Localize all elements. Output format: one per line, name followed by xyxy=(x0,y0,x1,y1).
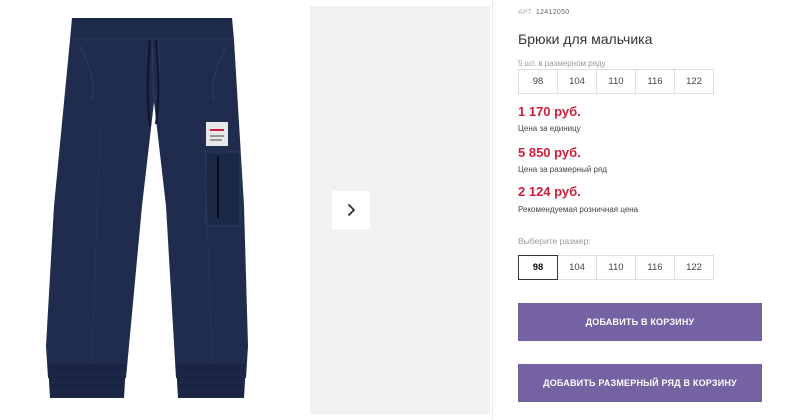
retail-price: 2 124 руб. xyxy=(518,184,581,199)
divider xyxy=(492,0,493,420)
pack-size-cell: 116 xyxy=(635,69,675,94)
add-to-cart-button[interactable]: Добавить в корзину xyxy=(518,303,762,341)
pack-size-cell: 110 xyxy=(596,69,636,94)
pack-size-cell: 104 xyxy=(557,69,597,94)
pack-price: 5 850 руб. xyxy=(518,145,581,160)
pants-image xyxy=(46,18,248,398)
size-option[interactable]: 110 xyxy=(596,255,636,280)
article-prefix: АРТ. xyxy=(518,9,534,16)
size-option[interactable]: 98 xyxy=(518,255,558,280)
chevron-right-icon xyxy=(347,203,356,217)
gallery-next-button[interactable] xyxy=(332,191,370,229)
size-option[interactable]: 122 xyxy=(674,255,714,280)
pack-size-label: 5 шт. в размерном ряду xyxy=(518,59,606,68)
product-gallery xyxy=(0,0,492,420)
article-value: 12412050 xyxy=(535,9,570,16)
pack-sizes-row: 98 104 110 116 122 xyxy=(518,69,714,94)
unit-price-label: Цена за единицу xyxy=(518,124,581,133)
size-select-label: Выберите размер: xyxy=(518,236,591,246)
product-title: Брюки для мальчика xyxy=(518,31,653,47)
pack-price-label: Цена за размерный ряд xyxy=(518,165,607,174)
size-option[interactable]: 104 xyxy=(557,255,597,280)
retail-price-label: Рекомендуемая розничная цена xyxy=(518,205,639,214)
pack-size-cell: 98 xyxy=(518,69,558,94)
article-number: АРТ. 12412050 xyxy=(518,9,569,16)
product-image[interactable] xyxy=(0,6,300,414)
add-pack-to-cart-button[interactable]: Добавить размерный ряд в корзину xyxy=(518,364,762,402)
pack-size-cell: 122 xyxy=(674,69,714,94)
size-option[interactable]: 116 xyxy=(635,255,675,280)
unit-price: 1 170 руб. xyxy=(518,104,581,119)
size-selector: 98 104 110 116 122 xyxy=(518,255,714,280)
